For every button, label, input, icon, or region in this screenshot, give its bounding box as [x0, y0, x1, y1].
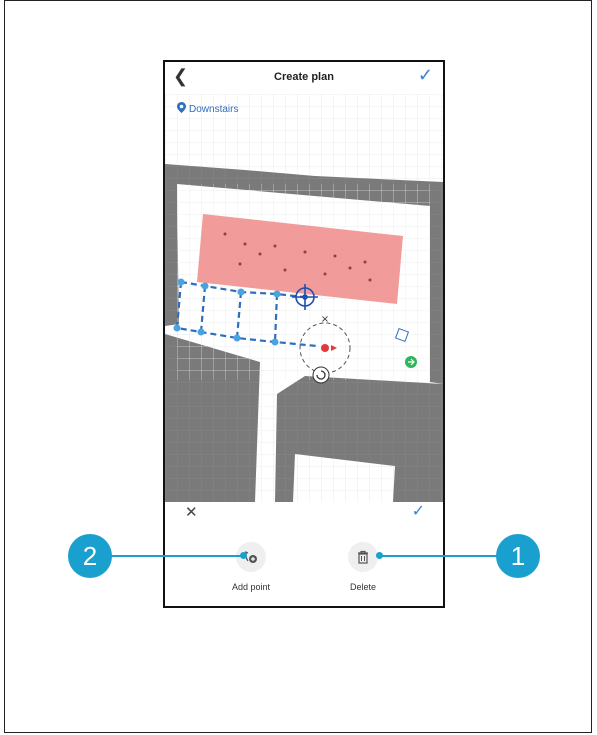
- delete-action[interactable]: Delete: [323, 542, 403, 592]
- add-point-label: Add point: [231, 582, 271, 592]
- confirm-button[interactable]: ✓: [412, 501, 425, 521]
- wall-left: [165, 164, 179, 326]
- map-canvas: ×: [165, 94, 443, 502]
- svg-text:×: ×: [321, 314, 329, 325]
- callout-1-dot: [376, 552, 383, 559]
- delete-label: Delete: [349, 582, 376, 592]
- page-title: Create plan: [274, 71, 334, 83]
- confirm-icon[interactable]: ✓: [418, 65, 433, 86]
- location-selector[interactable]: Downstairs: [177, 102, 238, 116]
- rotate-handle: [312, 366, 330, 384]
- callout-2-leader: [110, 555, 242, 557]
- location-pin-icon: [177, 102, 186, 116]
- map-view[interactable]: ×: [165, 94, 443, 502]
- callout-1: 1: [496, 534, 540, 578]
- trash-icon[interactable]: [348, 542, 378, 572]
- selected-point: [321, 344, 329, 352]
- location-label: Downstairs: [189, 103, 239, 115]
- callout-2-dot: [240, 552, 247, 559]
- add-point-action[interactable]: Add point: [211, 542, 291, 592]
- cancel-button[interactable]: ✕: [185, 503, 198, 521]
- callout-1-leader: [380, 555, 498, 557]
- top-bar: ❮ Create plan ✓: [165, 62, 443, 94]
- phone-screen: ❮ Create plan ✓ × Downstairs ✕ ✓ Add poi…: [163, 60, 445, 608]
- callout-2: 2: [68, 534, 112, 578]
